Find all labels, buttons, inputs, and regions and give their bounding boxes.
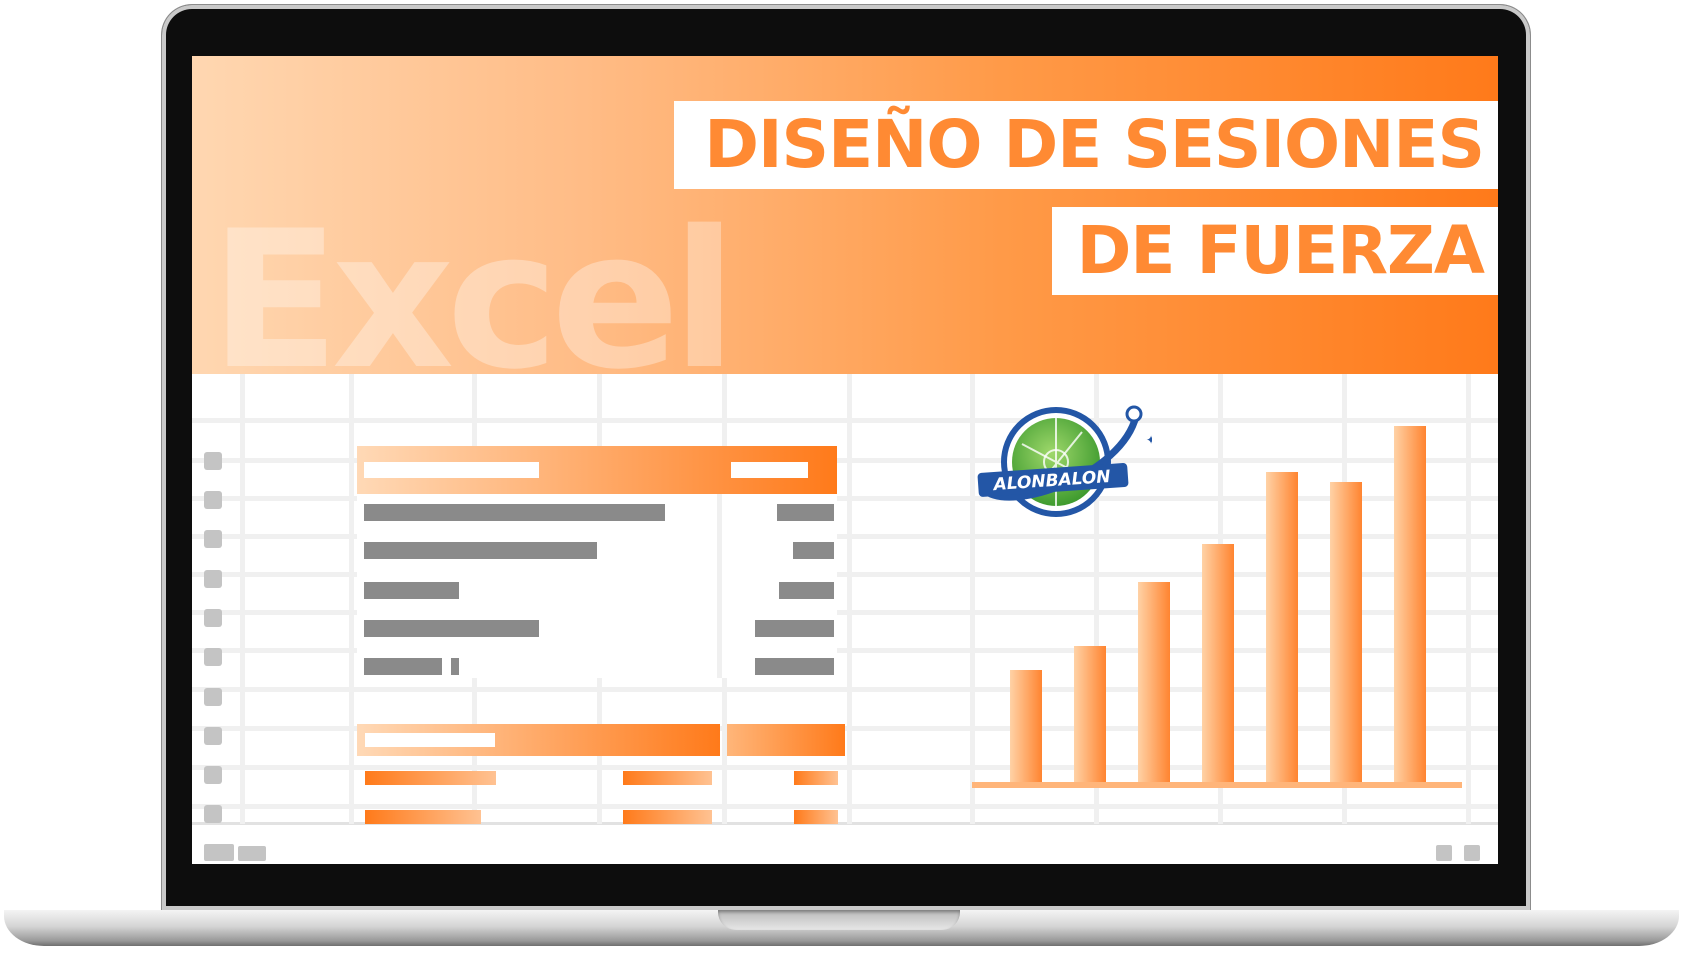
- value-placeholder: [779, 582, 834, 599]
- row-header: [204, 648, 222, 666]
- row-placeholder: [451, 658, 459, 675]
- row-placeholder: [364, 504, 665, 521]
- laptop-screen: Excel DISEÑO DE SESIONES DE FUERZA ✦ ALO…: [192, 56, 1498, 864]
- row-header: [204, 452, 222, 470]
- chart-bar: [1394, 426, 1426, 782]
- header-placeholder: [365, 733, 495, 747]
- table-panel: [357, 446, 837, 678]
- row-placeholder: [794, 810, 838, 824]
- grid-line: [847, 374, 852, 824]
- spreadsheet-illustration: ✦ ALONBALON: [192, 374, 1498, 864]
- grid-line: [240, 374, 245, 824]
- sheet-tab-icon: [204, 844, 234, 861]
- scroll-left-icon: [1436, 845, 1452, 861]
- bar-chart: [972, 426, 1462, 788]
- grid-line: [717, 494, 722, 678]
- row-placeholder: [365, 771, 496, 785]
- row-header: [204, 727, 222, 745]
- value-placeholder: [755, 620, 834, 637]
- row-header: [204, 609, 222, 627]
- value-placeholder: [793, 542, 834, 559]
- section-header: [357, 724, 720, 756]
- row-placeholder: [364, 542, 597, 559]
- row-placeholder: [794, 771, 838, 785]
- header-banner: Excel DISEÑO DE SESIONES DE FUERZA: [192, 56, 1498, 396]
- scroll-right-icon: [1464, 845, 1480, 861]
- table-header: [357, 446, 837, 494]
- row-header: [204, 530, 222, 548]
- row-placeholder: [364, 582, 459, 599]
- value-placeholder: [755, 658, 834, 675]
- row-placeholder: [365, 810, 481, 824]
- chart-bar: [1202, 544, 1234, 782]
- row-header: [204, 766, 222, 784]
- chart-bar: [1138, 582, 1170, 782]
- row-header: [204, 805, 222, 823]
- laptop-notch: [718, 910, 960, 930]
- row-header: [204, 688, 222, 706]
- chart-bar: [1074, 646, 1106, 782]
- row-header: [204, 570, 222, 588]
- chart-x-axis: [972, 782, 1462, 788]
- sheet-tab: [238, 846, 266, 861]
- header-placeholder: [731, 462, 808, 478]
- title-line-1: DISEÑO DE SESIONES: [674, 101, 1498, 189]
- row-placeholder: [364, 658, 442, 675]
- chart-bar: [1010, 670, 1042, 782]
- chart-bar: [1330, 482, 1362, 782]
- header-placeholder: [364, 462, 539, 478]
- section-header: [727, 724, 845, 756]
- value-placeholder: [777, 504, 834, 521]
- row-placeholder: [623, 810, 712, 824]
- grid-line: [349, 374, 354, 824]
- title-line-2: DE FUERZA: [1052, 207, 1498, 295]
- grid-line: [1466, 374, 1471, 824]
- row-header: [204, 491, 222, 509]
- row-placeholder: [364, 620, 539, 637]
- background-excel-word: Excel: [210, 190, 737, 411]
- chart-bar: [1266, 472, 1298, 782]
- row-placeholder: [623, 771, 712, 785]
